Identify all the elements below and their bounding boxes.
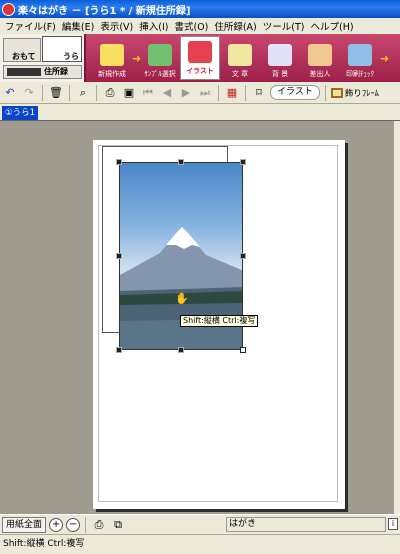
paper-type-field: はがき bbox=[226, 517, 386, 532]
separator bbox=[42, 84, 43, 101]
address-book-button[interactable]: 住所録 bbox=[3, 65, 82, 79]
zoom-in-icon[interactable]: + bbox=[49, 517, 64, 532]
omote-button[interactable]: おもて bbox=[3, 38, 41, 62]
window-title: 楽々はがき － [うら1 * / 新規住所録] bbox=[18, 5, 191, 17]
tooltip: Shift:縦横 Ctrl:複写 bbox=[180, 315, 259, 327]
resize-handle-tl[interactable] bbox=[116, 159, 122, 165]
separator bbox=[69, 84, 70, 101]
undo-icon[interactable]: ↶ bbox=[2, 85, 18, 101]
resize-handle-br[interactable] bbox=[240, 347, 246, 353]
new-document-icon bbox=[100, 44, 124, 66]
text-button[interactable]: 文 章 bbox=[220, 34, 260, 82]
sample-select-label: ｻﾝﾌﾟﾙ選択 bbox=[144, 70, 176, 78]
print-icon[interactable]: ⎙ bbox=[102, 85, 118, 101]
resize-handle-ml[interactable] bbox=[116, 253, 122, 259]
first-page-icon[interactable]: ⏮ bbox=[140, 85, 156, 101]
menu-help[interactable]: ヘルプ(H) bbox=[307, 19, 356, 33]
title-bar: 楽々はがき － [うら1 * / 新規住所録] bbox=[0, 0, 400, 18]
print-check-button[interactable]: 印刷ﾁｪｯｸ bbox=[340, 34, 380, 82]
hand-cursor-icon: ✋ bbox=[175, 292, 189, 305]
edit-toolbar: ↶ ↷ 🗑 ⌕ ⎙ ▣ ⏮ ◀ ▶ ⏭ ▦ ⌑ イラスト 飾りﾌﾚｰﾑ bbox=[0, 82, 400, 104]
prev-page-icon[interactable]: ◀ bbox=[159, 85, 175, 101]
illustration-label: イラスト bbox=[186, 67, 214, 75]
info-icon[interactable]: i bbox=[388, 518, 398, 530]
status-bar: Shift:縦横 Ctrl:複写 bbox=[0, 534, 400, 554]
separator bbox=[324, 84, 326, 101]
flower-illustration-icon bbox=[188, 41, 212, 63]
frame-icon bbox=[330, 87, 343, 98]
sender-button[interactable]: 差出人 bbox=[300, 34, 340, 82]
step-arrow-icon: ➜ bbox=[132, 51, 142, 65]
ura-button[interactable]: うら bbox=[42, 36, 82, 62]
sample-select-button[interactable]: ｻﾝﾌﾟﾙ選択 bbox=[140, 34, 180, 82]
step-arrow-icon: ➜ bbox=[380, 51, 390, 65]
separator bbox=[245, 84, 246, 101]
omote-label: おもて bbox=[12, 52, 36, 61]
main-toolbar: おもて うら 住所録 新規作成 ➜ ｻﾝﾌﾟﾙ選択 イラスト 文 章 背 景 差… bbox=[0, 34, 400, 82]
zoom-icon[interactable]: ⌕ bbox=[75, 85, 91, 101]
next-page-icon[interactable]: ▶ bbox=[178, 85, 194, 101]
page-tabs: ①うら1 bbox=[0, 104, 400, 121]
zoom-out-icon[interactable]: − bbox=[66, 517, 81, 532]
illustration-button[interactable]: イラスト bbox=[180, 36, 220, 80]
print-check-icon bbox=[348, 44, 372, 66]
text-label: 文 章 bbox=[231, 70, 249, 78]
resize-handle-tm[interactable] bbox=[178, 159, 184, 165]
sender-label: 差出人 bbox=[309, 70, 331, 78]
menu-bar: ファイル(F) 編集(E) 表示(V) 挿入(I) 書式(O) 住所録(A) ツ… bbox=[0, 18, 400, 34]
fit-page-button[interactable]: 用紙全面 bbox=[2, 516, 47, 533]
menu-file[interactable]: ファイル(F) bbox=[2, 19, 59, 33]
wizard-steps: 新規作成 ➜ ｻﾝﾌﾟﾙ選択 イラスト 文 章 背 景 差出人 印刷ﾁｪｯｸ ➜ bbox=[86, 34, 390, 82]
new-document-button[interactable]: 新規作成 bbox=[92, 34, 132, 82]
object-type-indicator: イラスト bbox=[270, 85, 320, 100]
calendar-icon[interactable]: ▦ bbox=[224, 85, 240, 101]
object-frame-icon: ⌑ bbox=[256, 86, 262, 99]
last-page-icon[interactable]: ⏭ bbox=[197, 85, 213, 101]
menu-address[interactable]: 住所録(A) bbox=[211, 19, 259, 33]
copy-page-icon[interactable]: ⧉ bbox=[110, 517, 126, 533]
menu-format[interactable]: 書式(O) bbox=[171, 19, 211, 33]
separator bbox=[218, 84, 219, 101]
trash-icon[interactable]: 🗑 bbox=[48, 85, 64, 101]
sample-select-icon bbox=[148, 44, 172, 66]
sender-person-icon bbox=[308, 44, 332, 66]
mode-switcher: おもて うら 住所録 bbox=[0, 34, 86, 82]
menu-insert[interactable]: 挿入(I) bbox=[136, 19, 171, 33]
editing-canvas[interactable]: ✋ Shift:縦横 Ctrl:複写 bbox=[0, 121, 400, 514]
address-book-label: 住所録 bbox=[44, 67, 68, 76]
ura-label: うら bbox=[63, 52, 79, 61]
background-label: 背 景 bbox=[271, 70, 289, 78]
menu-tools[interactable]: ツール(T) bbox=[260, 19, 308, 33]
separator bbox=[96, 84, 97, 101]
print-check-label: 印刷ﾁｪｯｸ bbox=[346, 70, 374, 78]
resize-handle-tr[interactable] bbox=[240, 159, 246, 165]
app-icon bbox=[2, 2, 15, 16]
new-document-label: 新規作成 bbox=[98, 70, 126, 78]
resize-handle-bl[interactable] bbox=[116, 347, 122, 353]
address-icon bbox=[7, 68, 41, 76]
resize-handle-mr[interactable] bbox=[240, 253, 246, 259]
tab-ura1[interactable]: ①うら1 bbox=[2, 106, 38, 120]
bottom-toolbar: 用紙全面 + − ⎙ ⧉ はがき i bbox=[0, 514, 400, 534]
decorative-frame-button[interactable]: 飾りﾌﾚｰﾑ bbox=[330, 87, 379, 99]
resize-handle-bm[interactable] bbox=[178, 347, 184, 353]
background-button[interactable]: 背 景 bbox=[260, 34, 300, 82]
print-preview-icon[interactable]: ⎙ bbox=[91, 517, 107, 533]
menu-edit[interactable]: 編集(E) bbox=[59, 19, 97, 33]
vertical-scrollbar[interactable] bbox=[394, 121, 400, 514]
redo-icon[interactable]: ↷ bbox=[21, 85, 37, 101]
decorative-frame-label: 飾りﾌﾚｰﾑ bbox=[344, 88, 379, 99]
page-icon[interactable]: ▣ bbox=[121, 85, 137, 101]
text-pen-icon bbox=[228, 44, 252, 66]
separator bbox=[85, 516, 87, 533]
background-icon bbox=[268, 44, 292, 66]
menu-view[interactable]: 表示(V) bbox=[97, 19, 136, 33]
